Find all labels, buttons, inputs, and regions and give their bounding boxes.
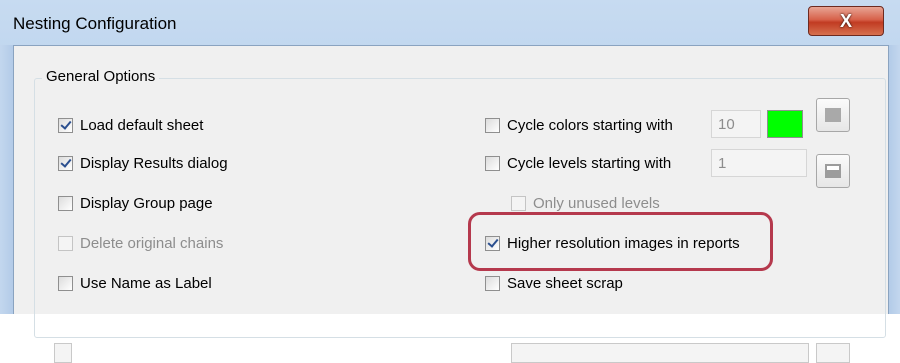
level-picker-icon — [825, 164, 841, 178]
option-label: Display Group page — [80, 194, 213, 212]
window-title: Nesting Configuration — [13, 14, 177, 33]
option-only-unused-levels: Only unused levels — [511, 192, 660, 214]
color-picker-icon — [825, 108, 841, 122]
option-label: Cycle levels starting with — [507, 154, 672, 172]
window-frame-left — [0, 45, 14, 314]
window-frame-right — [888, 45, 900, 314]
general-options-title: General Options — [42, 68, 160, 85]
highlight-annotation — [468, 212, 773, 271]
title-bar: Nesting Configuration X — [0, 0, 900, 45]
option-display-results-dialog[interactable]: Display Results dialog — [58, 152, 228, 174]
option-display-group-page[interactable]: Display Group page — [58, 192, 213, 214]
partial-input-field[interactable] — [511, 343, 809, 363]
cycle-levels-start-input[interactable]: 1 — [711, 149, 807, 177]
cycle-colors-start-input[interactable]: 10 — [711, 110, 761, 138]
option-label: Use Name as Label — [80, 274, 212, 292]
option-label: Save sheet scrap — [507, 274, 623, 292]
option-label: Display Results dialog — [80, 154, 228, 172]
checkbox — [58, 235, 73, 251]
close-button[interactable]: X — [808, 6, 884, 36]
checkbox[interactable] — [58, 155, 73, 171]
checkbox[interactable] — [485, 117, 500, 133]
option-save-sheet-scrap[interactable]: Save sheet scrap — [485, 272, 623, 294]
checkbox[interactable] — [485, 155, 500, 171]
checkbox[interactable] — [485, 275, 500, 291]
checkbox[interactable] — [58, 117, 73, 133]
color-picker-button[interactable] — [816, 98, 850, 132]
option-label: Delete original chains — [80, 234, 224, 252]
option-label: Load default sheet — [80, 116, 204, 134]
checkbox[interactable] — [58, 195, 73, 211]
color-swatch[interactable] — [767, 110, 803, 138]
partial-button[interactable] — [816, 343, 850, 363]
dialog-client-area: General Options Load default sheet Displ… — [14, 45, 888, 363]
partial-checkbox[interactable] — [54, 343, 72, 363]
option-load-default-sheet[interactable]: Load default sheet — [58, 114, 203, 136]
option-use-name-as-label[interactable]: Use Name as Label — [58, 272, 212, 294]
option-label: Only unused levels — [533, 194, 660, 212]
checkbox — [511, 195, 526, 211]
option-label: Cycle colors starting with — [507, 116, 673, 134]
option-delete-original-chains: Delete original chains — [58, 232, 223, 254]
option-cycle-colors[interactable]: Cycle colors starting with — [485, 114, 673, 136]
option-cycle-levels[interactable]: Cycle levels starting with — [485, 152, 671, 174]
checkbox[interactable] — [58, 275, 73, 291]
nesting-configuration-window: Nesting Configuration X General Options … — [0, 0, 900, 363]
level-picker-button[interactable] — [816, 154, 850, 188]
